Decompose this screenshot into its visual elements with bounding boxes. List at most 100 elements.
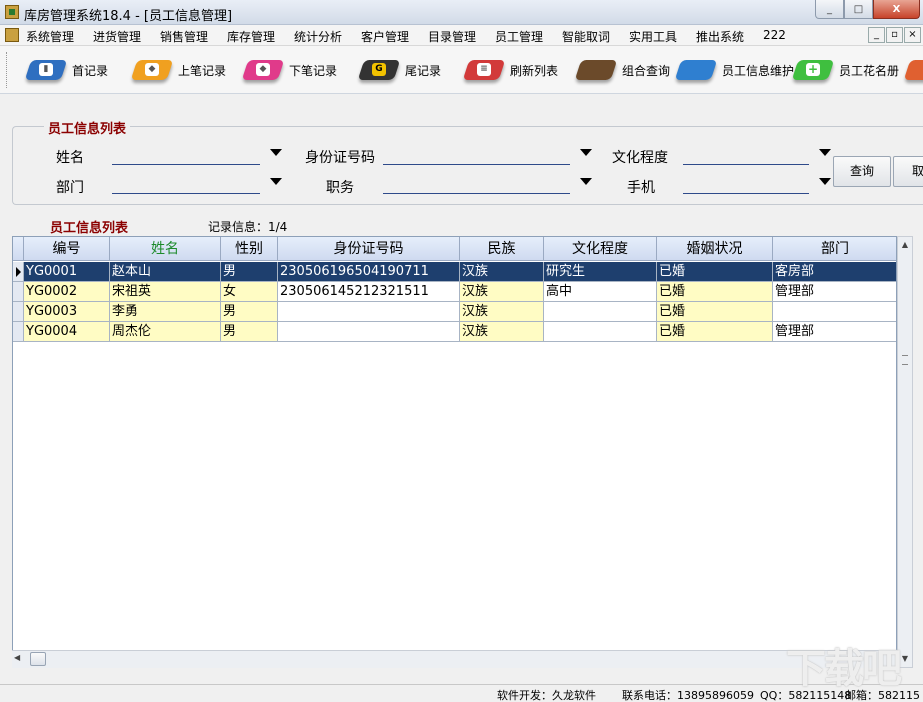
menu-sales[interactable]: 销售管理: [160, 28, 208, 45]
cell-department[interactable]: [773, 302, 896, 322]
menu-system[interactable]: 系统管理: [26, 28, 74, 45]
query-button[interactable]: 查询: [833, 156, 891, 187]
col-header-education[interactable]: 文化程度: [544, 237, 657, 261]
cell-marital[interactable]: 已婚: [657, 262, 773, 282]
menu-tools[interactable]: 实用工具: [629, 28, 677, 45]
scroll-grip[interactable]: [902, 355, 908, 365]
maximize-button[interactable]: □: [844, 0, 873, 19]
department-combo[interactable]: [112, 176, 282, 194]
col-header-department[interactable]: 部门: [773, 237, 896, 261]
menu-exit[interactable]: 推出系统: [696, 28, 744, 45]
menu-purchase[interactable]: 进货管理: [93, 28, 141, 45]
cell-gender[interactable]: 女: [221, 282, 278, 302]
cell-department[interactable]: 客房部: [773, 262, 896, 282]
cell-department[interactable]: 管理部: [773, 282, 896, 302]
mdi-minimize-button[interactable]: _: [868, 27, 885, 43]
table-row[interactable]: YG0002 宋祖英 女 230506145212321511 汉族 高中 已婚…: [13, 282, 896, 302]
mdi-restore-button[interactable]: ▫: [886, 27, 903, 43]
menu-employees[interactable]: 员工管理: [495, 28, 543, 45]
cell-gender[interactable]: 男: [221, 322, 278, 342]
cell-name[interactable]: 周杰伦: [110, 322, 221, 342]
cell-marital[interactable]: 已婚: [657, 322, 773, 342]
chevron-down-icon[interactable]: [270, 149, 282, 156]
row-indicator[interactable]: [13, 262, 24, 282]
cell-department[interactable]: 管理部: [773, 322, 896, 342]
cell-id[interactable]: YG0001: [24, 262, 110, 282]
mobile-combo[interactable]: [683, 176, 831, 194]
chevron-down-icon[interactable]: [270, 178, 282, 185]
cell-gender[interactable]: 男: [221, 302, 278, 322]
chevron-down-icon[interactable]: [819, 149, 831, 156]
cell-ethnicity[interactable]: 汉族: [460, 282, 544, 302]
cell-ethnicity[interactable]: 汉族: [460, 262, 544, 282]
cell-gender[interactable]: 男: [221, 262, 278, 282]
menu-catalog[interactable]: 目录管理: [428, 28, 476, 45]
first-record-button[interactable]: ▮ 首记录: [24, 46, 108, 93]
row-indicator[interactable]: [13, 322, 24, 342]
menu-user[interactable]: 222: [763, 28, 786, 42]
table-row[interactable]: YG0001 赵本山 男 230506196504190711 汉族 研究生 已…: [13, 262, 896, 282]
cell-name[interactable]: 李勇: [110, 302, 221, 322]
col-header-idnumber[interactable]: 身份证号码: [278, 237, 460, 261]
prev-record-button[interactable]: ◆ 上笔记录: [130, 46, 226, 93]
col-header-name[interactable]: 姓名: [110, 237, 221, 261]
table-row[interactable]: YG0003 李勇 男 汉族 已婚: [13, 302, 896, 322]
next-record-label: 下笔记录: [289, 63, 338, 78]
cell-id[interactable]: YG0003: [24, 302, 110, 322]
chevron-down-icon[interactable]: [819, 178, 831, 185]
minimize-button[interactable]: _: [815, 0, 844, 19]
cell-idnumber[interactable]: 230506196504190711: [278, 262, 460, 282]
row-indicator[interactable]: [13, 302, 24, 322]
name-combo[interactable]: [112, 147, 282, 165]
horizontal-scrollbar[interactable]: ◀: [12, 650, 897, 668]
id-number-combo[interactable]: [383, 147, 592, 165]
col-header-gender[interactable]: 性别: [221, 237, 278, 261]
last-record-button[interactable]: G 尾记录: [357, 46, 441, 93]
cell-id[interactable]: YG0004: [24, 322, 110, 342]
col-header-ethnicity[interactable]: 民族: [460, 237, 544, 261]
cell-ethnicity[interactable]: 汉族: [460, 322, 544, 342]
cell-education[interactable]: [544, 302, 657, 322]
scroll-thumb[interactable]: [30, 652, 46, 666]
employee-grid[interactable]: 编号 姓名 性别 身份证号码 民族 文化程度 婚姻状况 部门 YG0001 赵本…: [12, 236, 897, 668]
chevron-down-icon[interactable]: [580, 178, 592, 185]
cell-ethnicity[interactable]: 汉族: [460, 302, 544, 322]
position-combo[interactable]: [383, 176, 592, 194]
menu-customers[interactable]: 客户管理: [361, 28, 409, 45]
vertical-scrollbar[interactable]: ▲ ▼: [897, 236, 913, 668]
close-button[interactable]: X: [873, 0, 920, 19]
cell-education[interactable]: 高中: [544, 282, 657, 302]
cell-marital[interactable]: 已婚: [657, 302, 773, 322]
combined-query-label: 组合查询: [622, 63, 671, 78]
education-combo[interactable]: [683, 147, 831, 165]
cell-idnumber[interactable]: 230506145212321511: [278, 282, 460, 302]
scroll-left-icon[interactable]: ◀: [14, 653, 20, 662]
next-record-button[interactable]: ◆ 下笔记录: [241, 46, 338, 93]
cell-idnumber[interactable]: [278, 302, 460, 322]
refresh-list-button[interactable]: ≡ 刷新列表: [462, 46, 558, 93]
cancel-button[interactable]: 取: [893, 156, 923, 187]
cell-name[interactable]: 宋祖英: [110, 282, 221, 302]
menu-smart-words[interactable]: 智能取词: [562, 28, 610, 45]
menu-statistics[interactable]: 统计分析: [294, 28, 342, 45]
toolbar-grip[interactable]: [6, 52, 9, 88]
col-header-marital[interactable]: 婚姻状况: [657, 237, 773, 261]
table-row[interactable]: YG0004 周杰伦 男 汉族 已婚 管理部: [13, 322, 896, 342]
combined-query-button[interactable]: 组合查询: [574, 46, 671, 93]
cell-marital[interactable]: 已婚: [657, 282, 773, 302]
scroll-up-icon[interactable]: ▲: [898, 237, 912, 253]
more-toolbar-button[interactable]: [903, 46, 923, 93]
col-header-id[interactable]: 编号: [24, 237, 110, 261]
cell-id[interactable]: YG0002: [24, 282, 110, 302]
cell-education[interactable]: [544, 322, 657, 342]
chevron-down-icon[interactable]: [580, 149, 592, 156]
cell-name[interactable]: 赵本山: [110, 262, 221, 282]
row-indicator[interactable]: [13, 282, 24, 302]
employee-roster-button[interactable]: + 员工花名册: [791, 46, 899, 93]
cell-idnumber[interactable]: [278, 322, 460, 342]
scroll-down-icon[interactable]: ▼: [898, 651, 912, 667]
cell-education[interactable]: 研究生: [544, 262, 657, 282]
employee-maintain-button[interactable]: 员工信息维护: [674, 46, 794, 93]
mdi-close-button[interactable]: ×: [904, 27, 921, 43]
menu-inventory[interactable]: 库存管理: [227, 28, 275, 45]
